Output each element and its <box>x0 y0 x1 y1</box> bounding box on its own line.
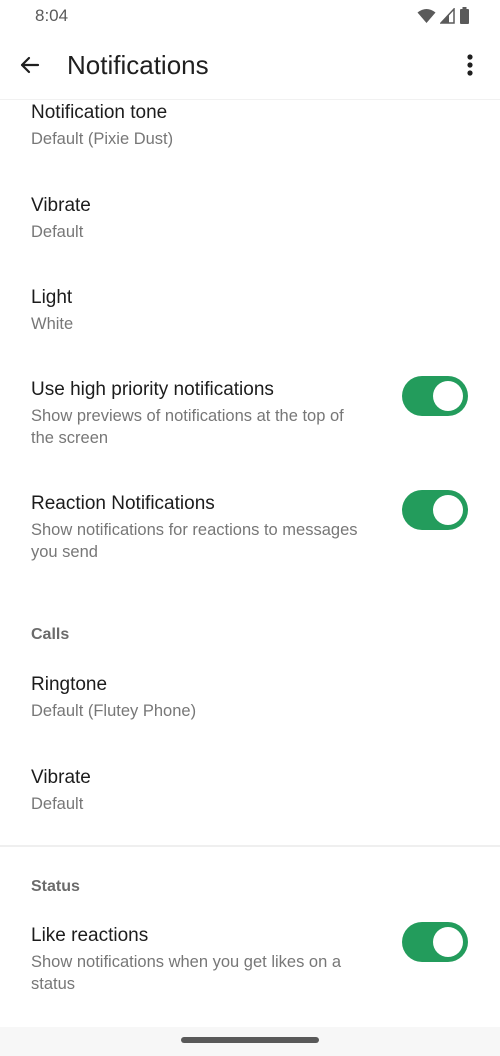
toggle-knob <box>433 381 463 411</box>
setting-call-vibrate[interactable]: Vibrate Default <box>0 752 500 844</box>
setting-subtitle: Default (Pixie Dust) <box>31 130 174 148</box>
page-title: Notifications <box>67 50 209 80</box>
back-button[interactable] <box>14 51 46 83</box>
setting-subtitle: Show notifications for reactions to mess… <box>31 521 358 561</box>
setting-notification-tone[interactable]: Notification tone Default (Pixie Dust) <box>0 100 500 180</box>
wifi-icon <box>417 8 436 24</box>
setting-subtitle: Default <box>31 223 84 241</box>
more-vert-icon <box>467 53 473 81</box>
cellular-signal-icon <box>440 7 455 24</box>
setting-like-reactions[interactable]: Like reactions Show notifications when y… <box>0 912 500 1022</box>
setting-light[interactable]: Light White <box>0 272 500 364</box>
toggle-knob <box>433 495 463 525</box>
setting-subtitle: Default (Flutey Phone) <box>31 702 197 720</box>
setting-ringtone[interactable]: Ringtone Default (Flutey Phone) <box>0 660 500 752</box>
reaction-notifications-toggle[interactable] <box>402 490 468 530</box>
status-time: 8:04 <box>35 6 69 25</box>
setting-subtitle: Show previews of notifications at the to… <box>31 407 344 447</box>
setting-title: Use high priority notifications <box>31 379 274 400</box>
like-reactions-toggle[interactable] <box>402 922 468 962</box>
setting-title: Notification tone <box>31 102 168 123</box>
setting-subtitle: Show notifications when you get likes on… <box>31 953 342 993</box>
setting-high-priority[interactable]: Use high priority notifications Show pre… <box>0 364 500 478</box>
app-bar: Notifications <box>0 34 500 100</box>
setting-title: Like reactions <box>31 925 149 946</box>
battery-icon <box>459 7 470 24</box>
section-header-calls: Calls <box>31 626 70 643</box>
arrow-left-icon <box>18 53 42 82</box>
more-options-button[interactable] <box>454 51 486 83</box>
setting-title: Vibrate <box>31 767 91 788</box>
setting-message-vibrate[interactable]: Vibrate Default <box>0 180 500 272</box>
setting-subtitle: Default <box>31 795 84 813</box>
setting-reaction-notifications[interactable]: Reaction Notifications Show notification… <box>0 478 500 592</box>
setting-subtitle: White <box>31 315 74 333</box>
status-icons <box>417 7 470 24</box>
navigation-bar <box>0 1027 500 1056</box>
high-priority-toggle[interactable] <box>402 376 468 416</box>
toggle-knob <box>433 927 463 957</box>
setting-title: Reaction Notifications <box>31 493 215 514</box>
status-bar: 8:04 <box>0 0 500 34</box>
section-header-status: Status <box>31 878 80 895</box>
home-gesture-handle[interactable] <box>181 1037 319 1043</box>
section-divider <box>0 845 500 847</box>
setting-title: Light <box>31 287 73 308</box>
setting-title: Vibrate <box>31 195 91 216</box>
setting-title: Ringtone <box>31 674 108 695</box>
